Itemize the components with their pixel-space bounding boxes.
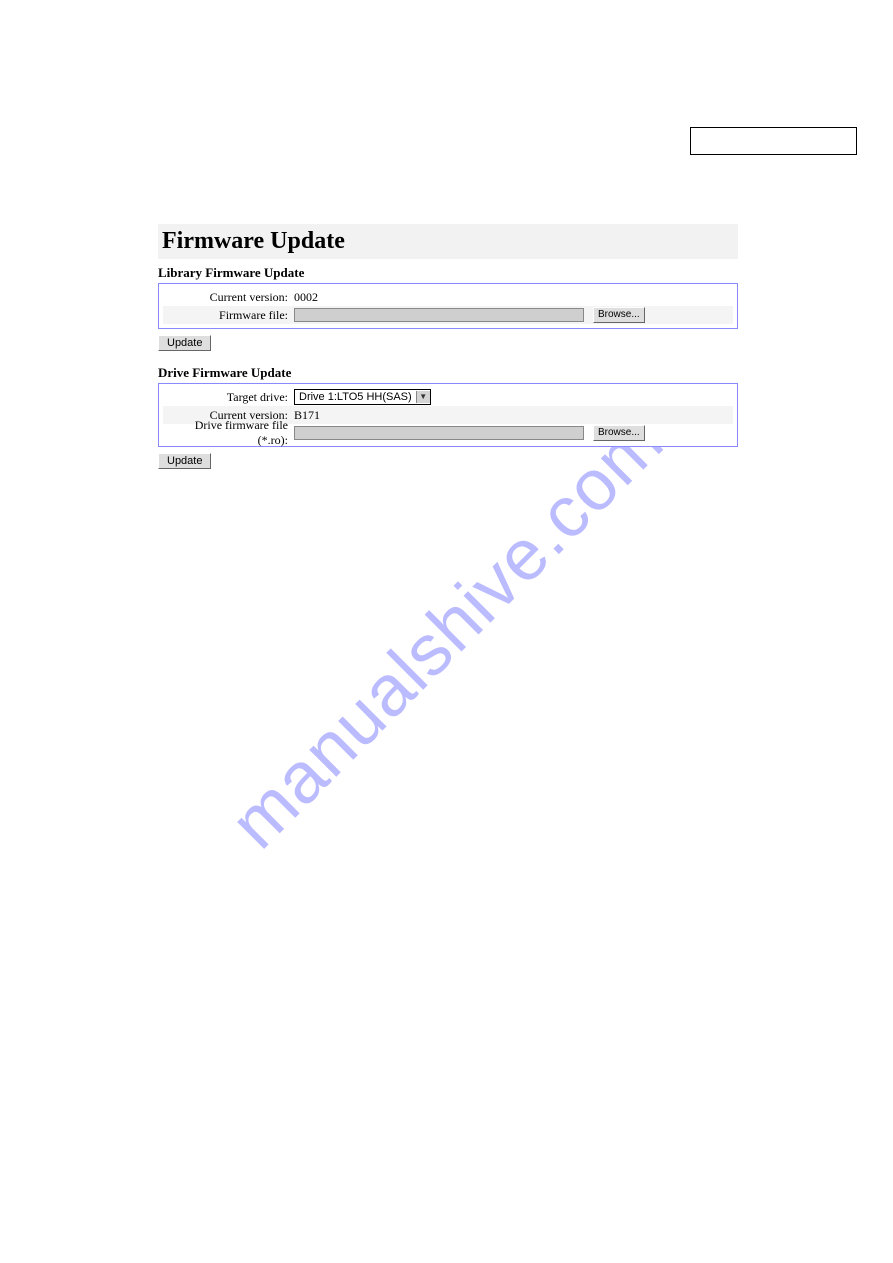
drive-target-label: Target drive: bbox=[163, 390, 294, 405]
library-current-version-label: Current version: bbox=[163, 290, 294, 305]
page-title: Firmware Update bbox=[158, 224, 738, 259]
library-firmware-file-label: Firmware file: bbox=[163, 308, 294, 323]
library-current-version-row: Current version: 0002 bbox=[163, 288, 733, 306]
drive-firmware-file-label: Drive firmware file (*.ro): bbox=[163, 418, 294, 448]
chevron-down-icon: ▼ bbox=[416, 391, 430, 403]
drive-firmware-file-input[interactable] bbox=[294, 426, 584, 440]
drive-target-select[interactable]: Drive 1:LTO5 HH(SAS) ▼ bbox=[294, 389, 431, 405]
library-firmware-file-input[interactable] bbox=[294, 308, 584, 322]
drive-current-version-value: B171 bbox=[294, 408, 320, 423]
top-empty-box bbox=[690, 127, 857, 155]
library-firmware-file-row: Firmware file: Browse... bbox=[163, 306, 733, 324]
library-pane: Current version: 0002 Firmware file: Bro… bbox=[158, 283, 738, 329]
content-area: Firmware Update Library Firmware Update … bbox=[158, 224, 738, 479]
library-update-button[interactable]: Update bbox=[158, 335, 211, 351]
drive-pane: Target drive: Drive 1:LTO5 HH(SAS) ▼ Cur… bbox=[158, 383, 738, 447]
library-browse-button[interactable]: Browse... bbox=[593, 307, 645, 323]
library-current-version-value: 0002 bbox=[294, 290, 318, 305]
drive-firmware-file-row: Drive firmware file (*.ro): Browse... bbox=[163, 424, 733, 442]
drive-section-heading: Drive Firmware Update bbox=[158, 365, 738, 381]
drive-update-button[interactable]: Update bbox=[158, 453, 211, 469]
drive-target-row: Target drive: Drive 1:LTO5 HH(SAS) ▼ bbox=[163, 388, 733, 406]
drive-browse-button[interactable]: Browse... bbox=[593, 425, 645, 441]
library-section-heading: Library Firmware Update bbox=[158, 265, 738, 281]
drive-target-select-value: Drive 1:LTO5 HH(SAS) bbox=[299, 390, 412, 404]
